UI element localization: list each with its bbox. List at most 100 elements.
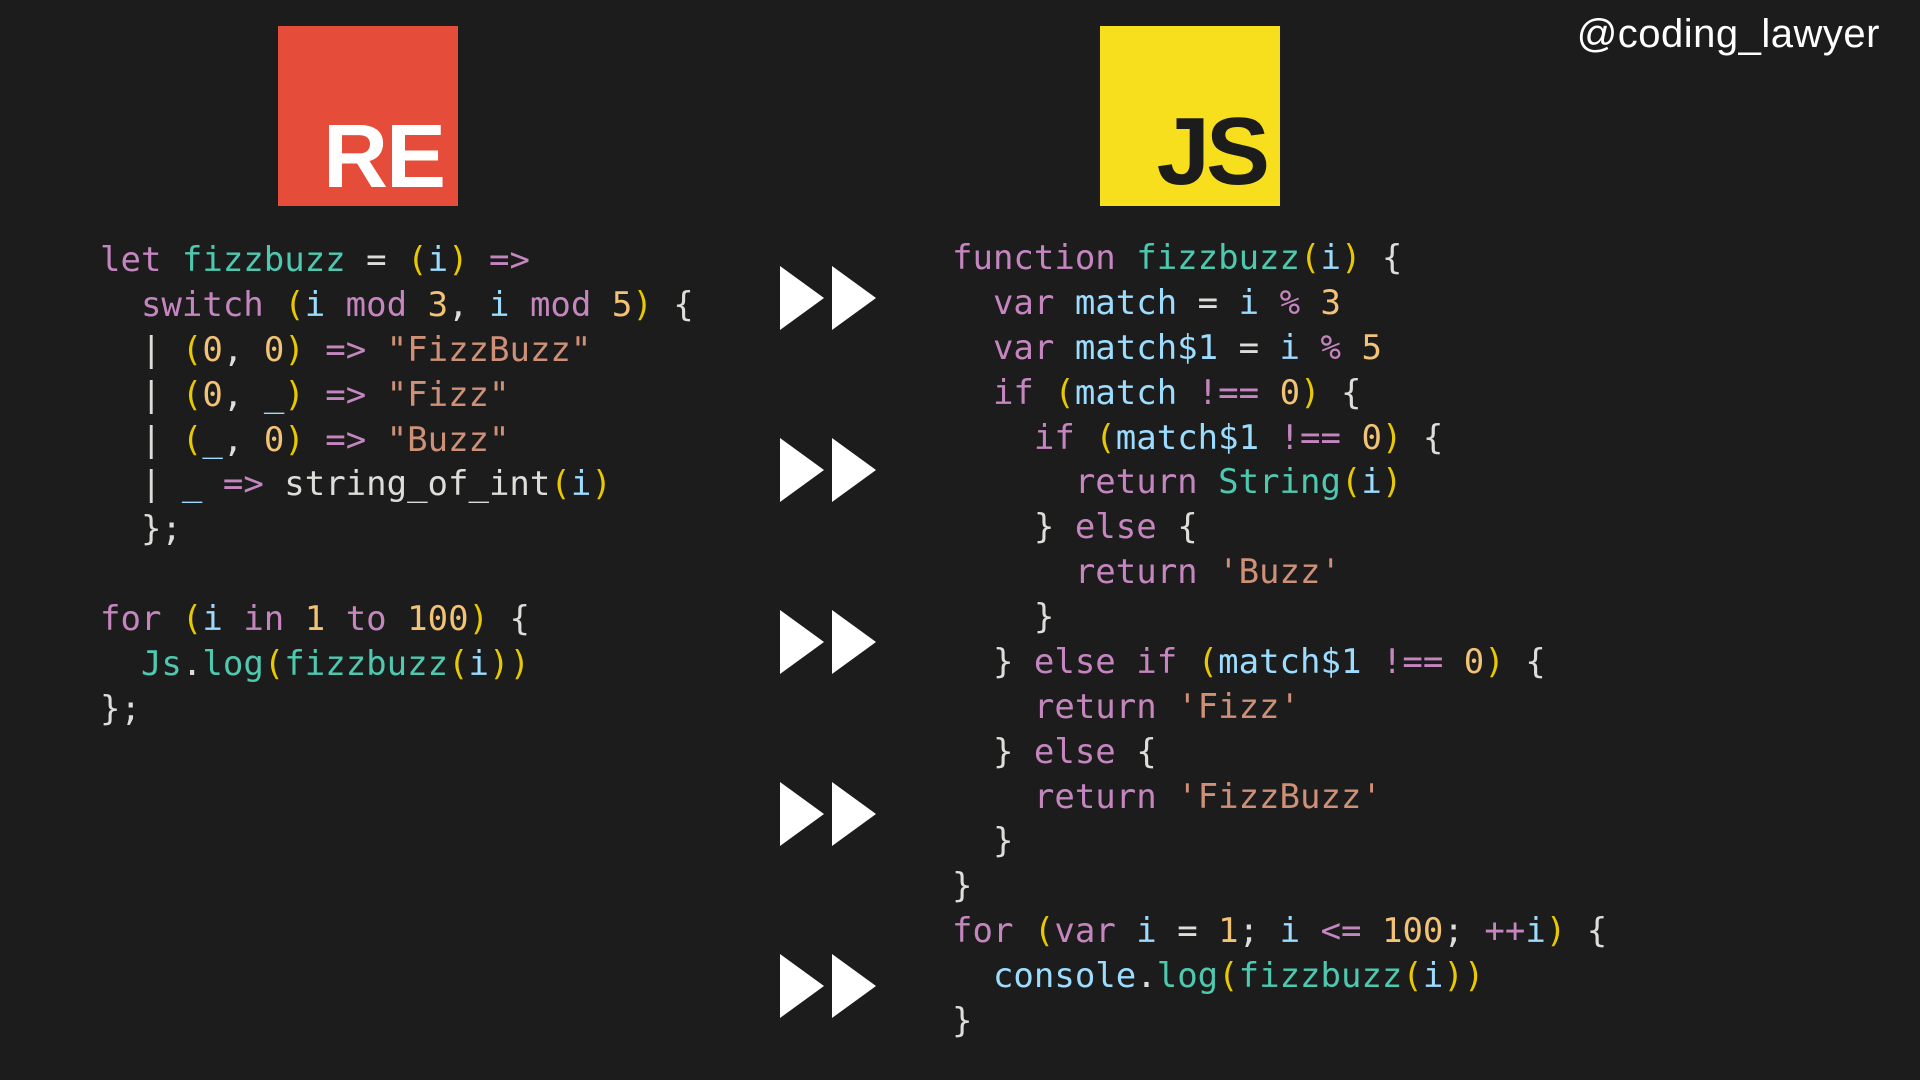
code-token: => (469, 240, 530, 280)
transform-arrows (780, 266, 876, 1018)
code-token: else (1075, 507, 1157, 547)
code-token: "FizzBuzz" (387, 330, 592, 370)
code-token: } (952, 866, 972, 906)
code-token: ) (510, 644, 530, 684)
code-token: i (1320, 238, 1340, 278)
code-token: 'Fizz' (1177, 687, 1300, 727)
code-token: { (489, 599, 530, 639)
code-token: if (952, 418, 1095, 458)
code-token: => (305, 330, 387, 370)
code-token: ( (182, 330, 202, 370)
code-token: => (223, 464, 284, 504)
code-token: , (223, 330, 264, 370)
js-code-block: function fizzbuzz(i) { var match = i % 3… (952, 236, 1607, 1044)
code-token: log (202, 644, 263, 684)
code-token: ; (1443, 911, 1484, 951)
code-token: !== (1382, 642, 1443, 682)
code-token: match$1 (1116, 418, 1280, 458)
code-token: { (1157, 507, 1198, 547)
code-token: fizzbuzz (284, 644, 448, 684)
code-token: mod (346, 285, 407, 325)
code-token: <= (1321, 911, 1362, 951)
code-token: = (1198, 283, 1239, 323)
play-icon (780, 610, 824, 674)
code-token: to (346, 599, 387, 639)
code-token: !== (1198, 373, 1259, 413)
code-token: i (1116, 911, 1177, 951)
code-token: ( (284, 285, 304, 325)
code-token: i (1423, 956, 1443, 996)
code-token: | (100, 375, 182, 415)
code-token: = (1177, 911, 1218, 951)
code-token: ) (1382, 462, 1402, 502)
code-token: i (1280, 911, 1321, 951)
code-token: ( (182, 420, 202, 460)
reason-logo-text: RE (323, 112, 444, 202)
code-token: ) (1382, 418, 1402, 458)
play-icon (832, 266, 876, 330)
code-token: "Fizz" (387, 375, 510, 415)
code-token: 0 (264, 330, 284, 370)
code-token: ( (448, 644, 468, 684)
author-handle: @coding_lawyer (1577, 12, 1880, 57)
code-token: 1 (1218, 911, 1238, 951)
code-token: switch (100, 285, 284, 325)
reason-logo: RE (278, 26, 458, 206)
code-token: ( (1034, 911, 1054, 951)
code-token: => (305, 420, 387, 460)
code-token: i (428, 240, 448, 280)
code-token: 5 (591, 285, 632, 325)
code-token: _ (202, 420, 222, 460)
arrow-pair (780, 782, 876, 846)
code-token: fizzbuzz (1239, 956, 1403, 996)
code-token: ) (284, 420, 304, 460)
code-token: = (1239, 328, 1280, 368)
code-token: match$1 (1054, 328, 1238, 368)
code-token: ( (182, 599, 202, 639)
code-token: console (993, 956, 1136, 996)
code-token: => (305, 375, 387, 415)
code-token: ; (1239, 911, 1280, 951)
code-token: 0 (1259, 373, 1300, 413)
arrow-pair (780, 610, 876, 674)
code-token: ( (1054, 373, 1074, 413)
code-token: 1 (284, 599, 345, 639)
code-token: i (305, 285, 346, 325)
code-token: match (1075, 373, 1198, 413)
code-token: ) (469, 599, 489, 639)
code-token: fizzbuzz (161, 240, 366, 280)
code-token: ( (264, 644, 284, 684)
js-logo: JS (1100, 26, 1280, 206)
code-token: { (1321, 373, 1362, 413)
code-token: 3 (1300, 283, 1341, 323)
code-token: { (1566, 911, 1607, 951)
code-token: i (202, 599, 243, 639)
code-token: 0 (1341, 418, 1382, 458)
code-token: | (100, 464, 182, 504)
code-token: ++ (1484, 911, 1525, 951)
code-token: ( (1218, 956, 1238, 996)
code-token: ) (448, 240, 468, 280)
code-token: } (952, 507, 1075, 547)
code-token: ( (1341, 462, 1361, 502)
code-token: = (366, 240, 407, 280)
code-token: 0 (264, 420, 284, 460)
code-token: match$1 (1218, 642, 1382, 682)
code-token: } (952, 821, 1013, 861)
code-token: ) (632, 285, 652, 325)
code-token: ) (1464, 956, 1484, 996)
code-token: ) (1546, 911, 1566, 951)
code-token: } (952, 597, 1054, 637)
code-token: return (952, 777, 1177, 817)
code-token: } (952, 732, 1034, 772)
code-token: , (448, 285, 489, 325)
code-token: ) (1443, 956, 1463, 996)
play-icon (832, 954, 876, 1018)
arrow-pair (780, 266, 876, 330)
code-token: { (653, 285, 694, 325)
code-token: return (952, 552, 1218, 592)
code-token: ) (1484, 642, 1504, 682)
code-token: % (1321, 328, 1341, 368)
code-token: var (1054, 911, 1115, 951)
code-token: { (1361, 238, 1402, 278)
